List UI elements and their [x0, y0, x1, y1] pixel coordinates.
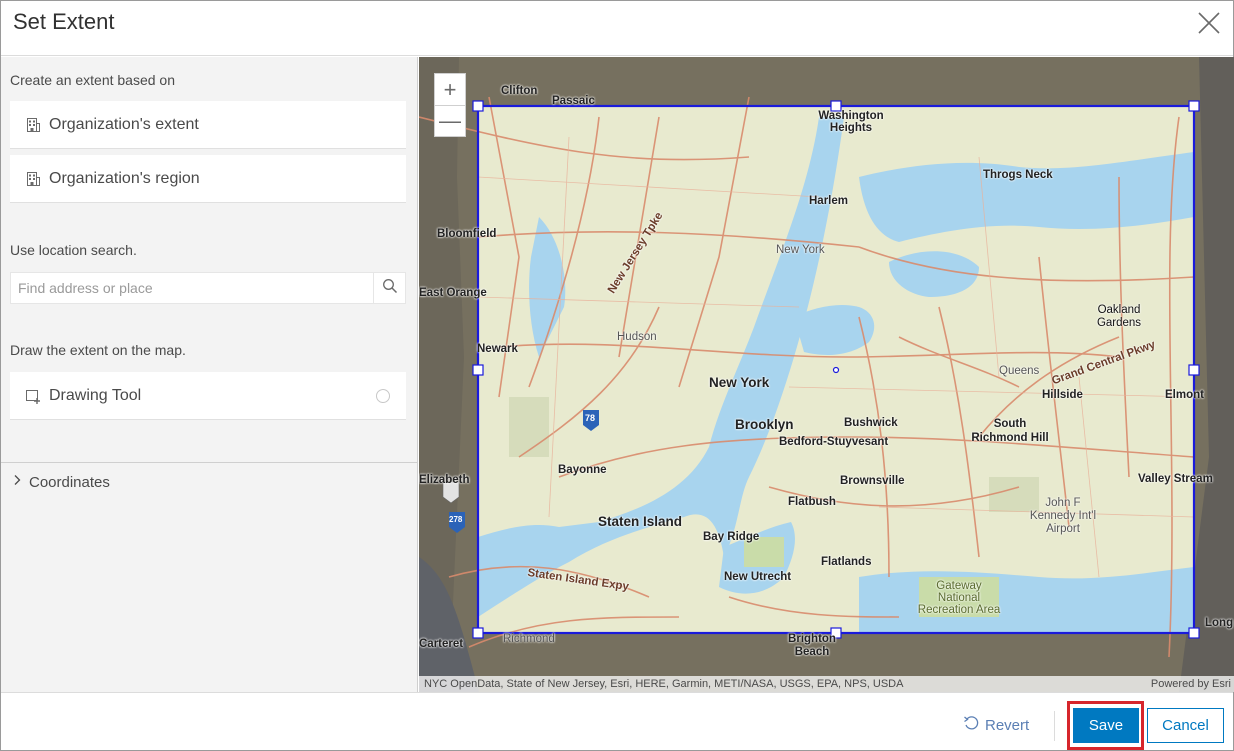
map-label-staten-island: Staten Island [598, 514, 683, 529]
zoom-in-button[interactable]: + [435, 74, 465, 105]
dialog-title: Set Extent [13, 9, 115, 34]
map-label-newark: Newark [477, 343, 518, 355]
map-attribution: NYC OpenData, State of New Jersey, Esri,… [419, 676, 1234, 692]
map-label-hillside: Hillside [1042, 389, 1083, 401]
map-label-new-york: New York [709, 375, 770, 390]
map-label-long: Long [1205, 617, 1234, 629]
chevron-right-icon [11, 473, 23, 491]
dialog-header: Set Extent [1, 1, 1233, 56]
search-input[interactable] [11, 273, 373, 303]
map-label-bushwick: Bushwick [844, 417, 898, 429]
map-label-hudson: Hudson [617, 331, 657, 343]
map-label-oakland-gardens: Oakland Gardens [1096, 304, 1142, 329]
revert-button[interactable]: Revert [963, 715, 1029, 735]
attribution-text: NYC OpenData, State of New Jersey, Esri,… [424, 678, 904, 690]
map-label-bayonne: Bayonne [558, 464, 607, 476]
building-icon [25, 171, 41, 187]
close-icon[interactable] [1195, 9, 1223, 37]
organization-extent-label: Organization's extent [49, 115, 199, 133]
map-label-gateway: Gateway National Recreation Area [917, 580, 1001, 616]
map-label-throgs-neck: Throgs Neck [983, 169, 1053, 181]
map-label-new-utrecht: New Utrecht [724, 571, 792, 583]
map-label-elizabeth: Elizabeth [419, 474, 470, 486]
map-view[interactable]: Clifton Passaic Washington Heights Throg… [419, 57, 1234, 692]
zoom-controls: + — [434, 73, 466, 137]
location-search [10, 272, 406, 304]
map-label-new-york-small: New York [776, 244, 825, 256]
map-label-valley-stream: Valley Stream [1138, 473, 1213, 485]
map-label-elmont: Elmont [1165, 389, 1204, 401]
map-label-flatbush: Flatbush [788, 496, 836, 508]
map-label-bedford-stuyvesant: Bedford-Stuyvesant [779, 436, 889, 448]
footer-separator [1054, 711, 1055, 741]
search-button[interactable] [373, 273, 405, 303]
coordinates-label: Coordinates [29, 473, 110, 491]
draw-rectangle-icon [25, 388, 41, 404]
draw-extent-label: Draw the extent on the map. [10, 342, 186, 358]
undo-icon [963, 715, 979, 735]
dialog-footer: Revert Save Cancel [1, 692, 1233, 750]
drawing-tool-option[interactable]: Drawing Tool [10, 372, 406, 420]
map-label-carteret: Carteret [419, 638, 464, 650]
extent-based-label: Create an extent based on [10, 72, 176, 88]
map-label-east-orange: East Orange [419, 287, 487, 299]
map-label-south-richmond-hill: South Richmond Hill [971, 418, 1049, 444]
map-label-flatlands: Flatlands [821, 556, 872, 568]
organization-region-option[interactable]: Organization's region [10, 155, 406, 203]
set-extent-dialog: Set Extent Create an extent based on Org… [0, 0, 1234, 751]
map-label-brooklyn: Brooklyn [735, 417, 794, 432]
map-label-bloomfield: Bloomfield [437, 228, 497, 240]
panel-divider [1, 462, 418, 463]
cancel-button[interactable]: Cancel [1147, 708, 1224, 743]
revert-label: Revert [985, 716, 1030, 734]
basemap [419, 57, 1234, 692]
organization-extent-option[interactable]: Organization's extent [10, 101, 406, 149]
coordinates-toggle[interactable]: Coordinates [11, 473, 110, 491]
map-label-washington-heights: Washington Heights [818, 110, 884, 134]
drawing-tool-radio[interactable] [376, 389, 390, 403]
map-label-clifton: Clifton [501, 85, 538, 97]
map-label-richmond: Richmond [503, 633, 555, 645]
route-78-shield: 78 [585, 413, 596, 423]
drawing-tool-label: Drawing Tool [49, 386, 142, 404]
building-icon [25, 117, 41, 133]
route-278-shield: 278 [449, 515, 463, 524]
map-label-brighton-beach: Brighton Beach [788, 633, 836, 658]
map-label-jfk-airport: John F Kennedy Int'l Airport [1029, 497, 1097, 535]
save-button[interactable]: Save [1073, 708, 1139, 743]
search-icon [382, 278, 398, 299]
map-label-brownsville: Brownsville [840, 475, 905, 487]
map-label-passaic: Passaic [552, 95, 595, 107]
extent-options-panel: Create an extent based on Organization's… [1, 57, 418, 692]
map-label-harlem: Harlem [809, 195, 848, 207]
location-search-label: Use location search. [10, 242, 137, 258]
zoom-out-button[interactable]: — [435, 105, 465, 136]
powered-by-text[interactable]: Powered by Esri [1151, 676, 1231, 692]
map-label-queens: Queens [999, 365, 1040, 377]
map-label-bay-ridge: Bay Ridge [703, 531, 760, 543]
organization-region-label: Organization's region [49, 169, 200, 187]
